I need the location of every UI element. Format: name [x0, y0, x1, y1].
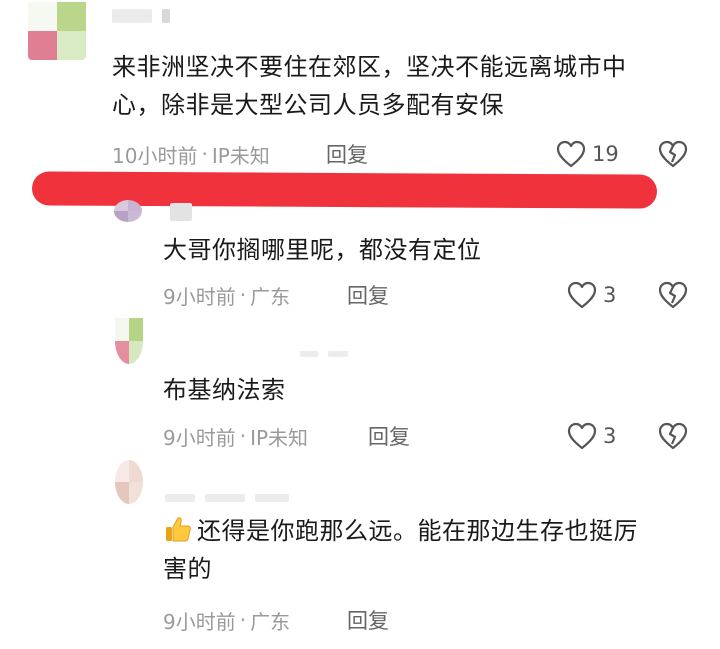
heart-outline-icon: [556, 140, 586, 168]
thumbs-up-emoji-icon: [163, 514, 193, 544]
separator-dot: ·: [239, 283, 247, 307]
reply-button[interactable]: 回复: [326, 139, 368, 169]
comment-text: 布基纳法索: [163, 371, 703, 409]
avatar[interactable]: [28, 2, 86, 60]
reply-button[interactable]: 回复: [347, 605, 389, 635]
timestamp: 9小时前: [163, 609, 236, 634]
separator-dot: ·: [239, 424, 247, 448]
like-count: 3: [603, 283, 617, 307]
like-count: 19: [592, 142, 619, 166]
dislike-button[interactable]: [658, 280, 688, 310]
comment-text-line: 还得是你跑那么远。能在那边生存也挺厉: [163, 512, 703, 550]
comment-text-content: 还得是你跑那么远。能在那边生存也挺厉: [197, 517, 638, 545]
comment-meta: 10小时前 · IP未知: [112, 139, 270, 169]
separator-dot: ·: [239, 608, 247, 632]
username-redacted[interactable]: [300, 346, 348, 362]
reply-button[interactable]: 回复: [368, 421, 410, 451]
avatar[interactable]: [114, 200, 142, 222]
comment-text-line: 害的: [163, 555, 212, 583]
dislike-button[interactable]: [658, 421, 688, 451]
broken-heart-icon: [658, 281, 688, 309]
ip-location: 广东: [250, 609, 291, 634]
like-count: 3: [603, 424, 617, 448]
heart-outline-icon: [567, 422, 597, 450]
timestamp: 10小时前: [112, 143, 198, 168]
separator-dot: ·: [201, 142, 208, 166]
comment-meta: 9小时前 · IP未知: [163, 421, 308, 451]
dislike-button[interactable]: [658, 139, 688, 169]
comment-meta: 9小时前 · 广东: [163, 280, 290, 310]
comment-text-line: 布基纳法索: [163, 376, 286, 404]
username-redacted[interactable]: [112, 8, 170, 24]
like-button[interactable]: 19: [556, 139, 619, 169]
ip-location: 广东: [250, 284, 291, 309]
like-button[interactable]: 3: [567, 280, 616, 310]
comment-text: 大哥你搁哪里呢，都没有定位: [163, 231, 703, 269]
comment-text: 来非洲坚决不要住在郊区，坚决不能远离城市中 心，除非是大型公司人员多配有安保: [112, 48, 702, 124]
comment-text: 还得是你跑那么远。能在那边生存也挺厉 害的: [163, 512, 703, 588]
broken-heart-icon: [658, 140, 688, 168]
timestamp: 9小时前: [163, 284, 236, 309]
heart-outline-icon: [567, 281, 597, 309]
avatar[interactable]: [115, 460, 143, 504]
username-redacted[interactable]: [165, 490, 289, 506]
username-redacted[interactable]: [170, 203, 192, 221]
broken-heart-icon: [658, 422, 688, 450]
avatar[interactable]: [115, 318, 143, 364]
comment-text-line: 心，除非是大型公司人员多配有安保: [112, 91, 504, 119]
timestamp: 9小时前: [163, 425, 236, 450]
ip-location: IP未知: [211, 143, 270, 168]
ip-location: IP未知: [250, 425, 309, 450]
reply-button[interactable]: 回复: [347, 280, 389, 310]
comment-meta: 9小时前 · 广东: [163, 605, 290, 635]
like-button[interactable]: 3: [567, 421, 616, 451]
comment-text-line: 大哥你搁哪里呢，都没有定位: [163, 236, 482, 264]
comment-text-line: 来非洲坚决不要住在郊区，坚决不能远离城市中: [112, 53, 627, 81]
